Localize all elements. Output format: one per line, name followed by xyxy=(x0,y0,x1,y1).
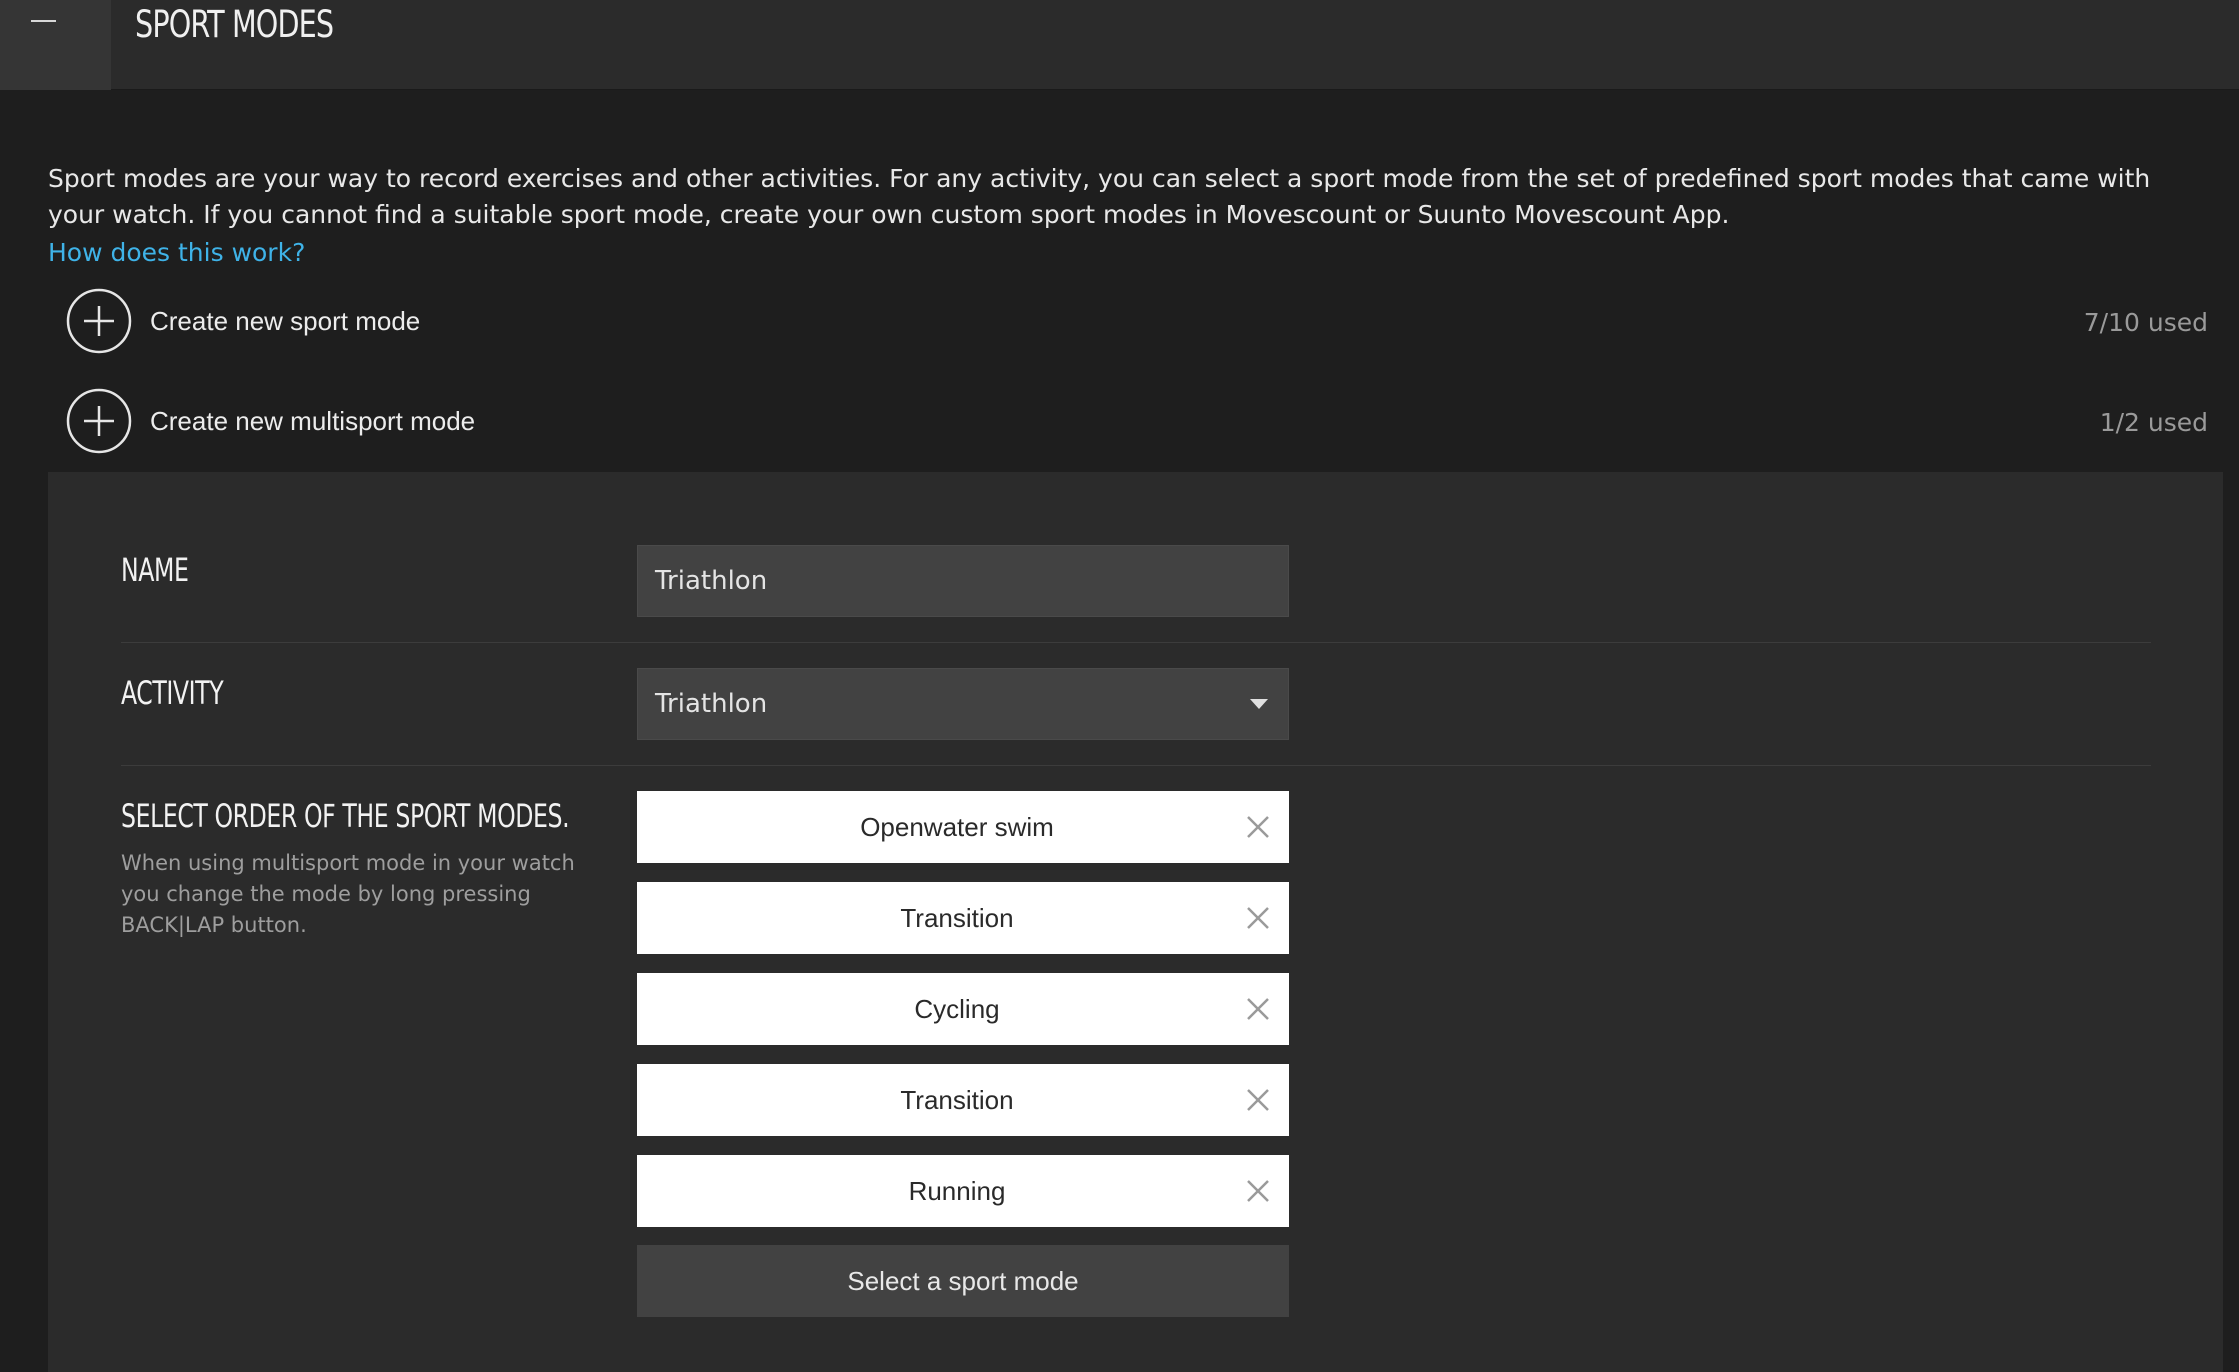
sport-mode-item-label: Transition xyxy=(900,1085,1014,1115)
close-icon[interactable] xyxy=(1245,996,1271,1022)
create-multisport-mode-button[interactable]: Create new multisport mode 1/2 used xyxy=(48,388,2208,458)
multisport-mode-editor: NAME Triathlon ACTIVITY Triathlon SELECT… xyxy=(48,472,2223,1372)
caret-down-icon xyxy=(1250,699,1268,709)
activity-select[interactable]: Triathlon xyxy=(637,668,1289,740)
sport-mode-item-label: Cycling xyxy=(914,994,1000,1024)
name-label: NAME xyxy=(121,551,189,589)
plus-circle-icon xyxy=(66,288,132,354)
name-input[interactable]: Triathlon xyxy=(637,545,1289,617)
page-title: SPORT MODES xyxy=(135,3,334,46)
plus-circle-icon xyxy=(66,388,132,454)
sport-mode-item[interactable]: Transition xyxy=(637,1064,1289,1136)
sport-mode-item-label: Openwater swim xyxy=(860,812,1054,842)
multisport-mode-used-count: 1/2 used xyxy=(2099,408,2208,437)
order-label: SELECT ORDER OF THE SPORT MODES. xyxy=(121,797,570,835)
sport-mode-item[interactable]: Cycling xyxy=(637,973,1289,1045)
close-icon[interactable] xyxy=(1245,1178,1271,1204)
close-icon[interactable] xyxy=(1245,1087,1271,1113)
close-icon[interactable] xyxy=(1245,814,1271,840)
intro-text: Sport modes are your way to record exerc… xyxy=(48,164,2151,229)
sport-mode-item[interactable]: Running xyxy=(637,1155,1289,1227)
divider xyxy=(121,765,2151,766)
collapse-button[interactable] xyxy=(0,0,111,90)
sport-mode-item[interactable]: Transition xyxy=(637,882,1289,954)
activity-label: ACTIVITY xyxy=(121,674,224,712)
create-sport-mode-label: Create new sport mode xyxy=(150,306,421,336)
select-sport-mode-button[interactable]: Select a sport mode xyxy=(637,1245,1289,1317)
create-multisport-mode-label: Create new multisport mode xyxy=(150,406,476,436)
create-sport-mode-button[interactable]: Create new sport mode 7/10 used xyxy=(48,288,2208,358)
close-icon[interactable] xyxy=(1245,905,1271,931)
sport-mode-item-label: Transition xyxy=(900,903,1014,933)
activity-select-value: Triathlon xyxy=(655,689,768,719)
divider xyxy=(121,642,2151,643)
order-help-text: When using multisport mode in your watch… xyxy=(121,851,575,937)
sport-mode-item[interactable]: Openwater swim xyxy=(637,791,1289,863)
page-header: SPORT MODES xyxy=(0,0,2239,90)
sport-mode-item-label: Running xyxy=(908,1176,1006,1206)
sport-mode-used-count: 7/10 used xyxy=(2083,308,2208,337)
minus-icon xyxy=(31,20,56,22)
how-does-this-work-link[interactable]: How does this work? xyxy=(48,235,305,271)
